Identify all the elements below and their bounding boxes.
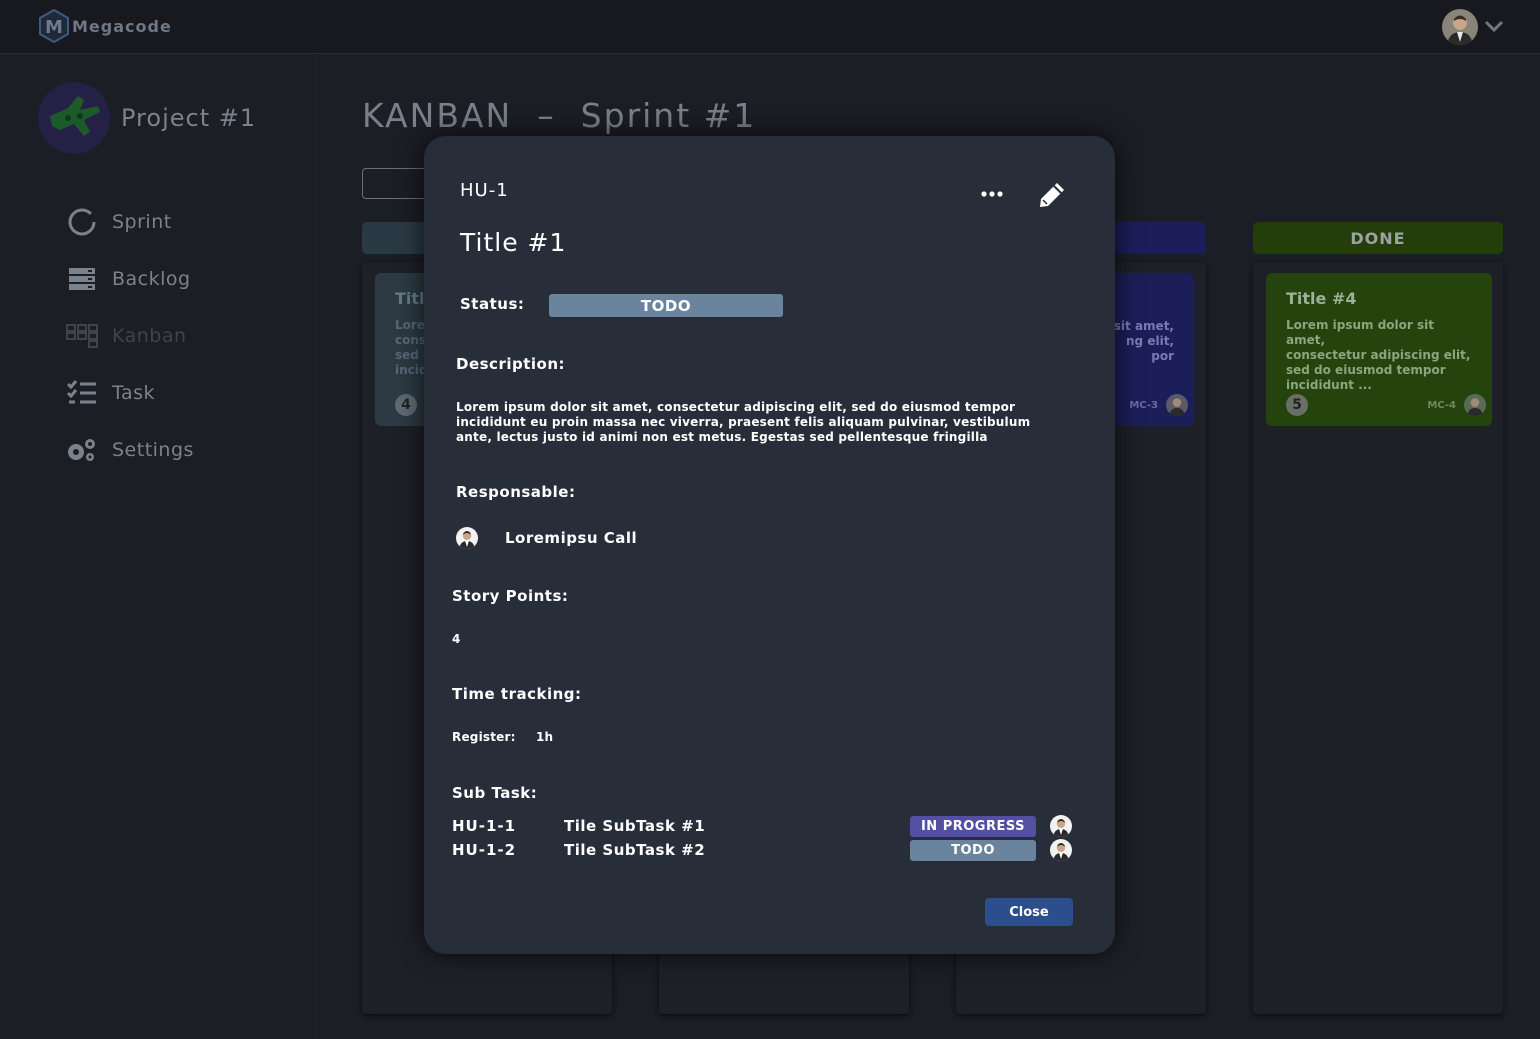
kanban-card[interactable]: Title #4 Lorem ipsum dolor sit amet, con… bbox=[1266, 273, 1492, 426]
sidebar-item-label: Sprint bbox=[112, 210, 172, 233]
circle-icon bbox=[66, 206, 98, 238]
subtask-code: HU-1-1 bbox=[452, 817, 517, 835]
sidebar-item-backlog[interactable]: Backlog bbox=[66, 250, 194, 307]
subtask-status-badge[interactable]: TODO bbox=[910, 839, 1036, 861]
card-title: Title #4 bbox=[1286, 289, 1357, 308]
sidebar-item-label: Task bbox=[112, 381, 156, 404]
subtask-title: Tile SubTask #2 bbox=[564, 841, 706, 859]
responsable-label: Responsable: bbox=[456, 483, 576, 501]
sidebar-item-task[interactable]: Task bbox=[66, 364, 194, 421]
close-button[interactable]: Close bbox=[985, 898, 1073, 926]
top-bar: M Megacode bbox=[0, 0, 1540, 54]
logo-letter: M bbox=[45, 17, 63, 38]
description-label: Description: bbox=[456, 355, 566, 373]
card-code: MC-3 bbox=[1129, 399, 1158, 411]
sidebar-item-settings[interactable]: Settings bbox=[66, 421, 194, 478]
subtask-label: Sub Task: bbox=[452, 784, 538, 802]
app-name: Megacode bbox=[72, 16, 172, 36]
subtask-title: Tile SubTask #1 bbox=[564, 817, 706, 835]
project-header[interactable]: Project #1 bbox=[38, 82, 256, 154]
project-name: Project #1 bbox=[121, 104, 257, 132]
subtask-assignee-avatar bbox=[1050, 839, 1072, 861]
story-points-value: 4 bbox=[452, 632, 461, 646]
status-label: Status: bbox=[460, 295, 525, 313]
subtask-row[interactable]: HU-1-1 Tile SubTask #1 IN PROGRESS bbox=[452, 814, 1077, 838]
card-points: 4 bbox=[395, 394, 417, 416]
sidebar-item-sprint[interactable]: Sprint bbox=[66, 193, 194, 250]
task-key: HU-1 bbox=[460, 180, 509, 201]
chevron-down-icon[interactable] bbox=[1484, 18, 1504, 37]
card-assignee-avatar bbox=[1464, 394, 1486, 416]
sidebar: Project #1 Sprint Backlog Kanban Task Se… bbox=[0, 55, 316, 1039]
register-value: 1h bbox=[536, 730, 554, 744]
card-text: Lorem ipsum dolor sit amet, consectetur … bbox=[1286, 318, 1471, 392]
responsable-avatar bbox=[456, 527, 478, 549]
server-icon bbox=[66, 263, 98, 295]
user-menu[interactable] bbox=[1442, 9, 1504, 45]
task-title: Title #1 bbox=[460, 228, 567, 257]
sidebar-item-label: Settings bbox=[112, 438, 194, 461]
card-code: MC-4 bbox=[1427, 399, 1456, 411]
subtask-code: HU-1-2 bbox=[452, 841, 517, 859]
project-logo-icon bbox=[38, 82, 110, 154]
sidebar-item-kanban[interactable]: Kanban bbox=[66, 307, 194, 364]
status-badge[interactable]: TODO bbox=[549, 294, 783, 317]
responsable: Loremipsu Call bbox=[456, 527, 637, 549]
sidebar-item-label: Kanban bbox=[112, 324, 187, 347]
sidebar-item-label: Backlog bbox=[112, 267, 191, 290]
column-header-done: DONE bbox=[1253, 222, 1503, 254]
gears-icon bbox=[66, 434, 98, 466]
subtask-status-badge[interactable]: IN PROGRESS bbox=[910, 815, 1036, 837]
edit-pencil-icon[interactable] bbox=[1036, 180, 1068, 210]
time-tracking-label: Time tracking: bbox=[452, 685, 582, 703]
subtask-assignee-avatar bbox=[1050, 815, 1072, 837]
card-points: 5 bbox=[1286, 394, 1308, 416]
subtask-row[interactable]: HU-1-2 Tile SubTask #2 TODO bbox=[452, 838, 1077, 862]
user-avatar[interactable] bbox=[1442, 9, 1478, 45]
task-detail-modal: HU-1 Title #1 Status: TODO Description: … bbox=[424, 136, 1115, 954]
kanban-icon bbox=[66, 320, 98, 352]
more-options-icon[interactable] bbox=[978, 182, 1006, 206]
register-label: Register: bbox=[452, 730, 516, 744]
card-footer: 5 MC-4 bbox=[1286, 394, 1486, 416]
app-logo[interactable]: M Megacode bbox=[38, 9, 172, 43]
logo-hex-icon: M bbox=[38, 9, 70, 43]
page-title: KANBAN – Sprint #1 bbox=[362, 96, 757, 135]
responsable-name: Loremipsu Call bbox=[505, 529, 638, 547]
story-points-label: Story Points: bbox=[452, 587, 569, 605]
card-assignee-avatar bbox=[1166, 394, 1188, 416]
sidebar-nav: Sprint Backlog Kanban Task Settings bbox=[66, 193, 194, 478]
description-text: Lorem ipsum dolor sit amet, consectetur … bbox=[456, 400, 1031, 444]
checklist-icon bbox=[66, 377, 98, 409]
